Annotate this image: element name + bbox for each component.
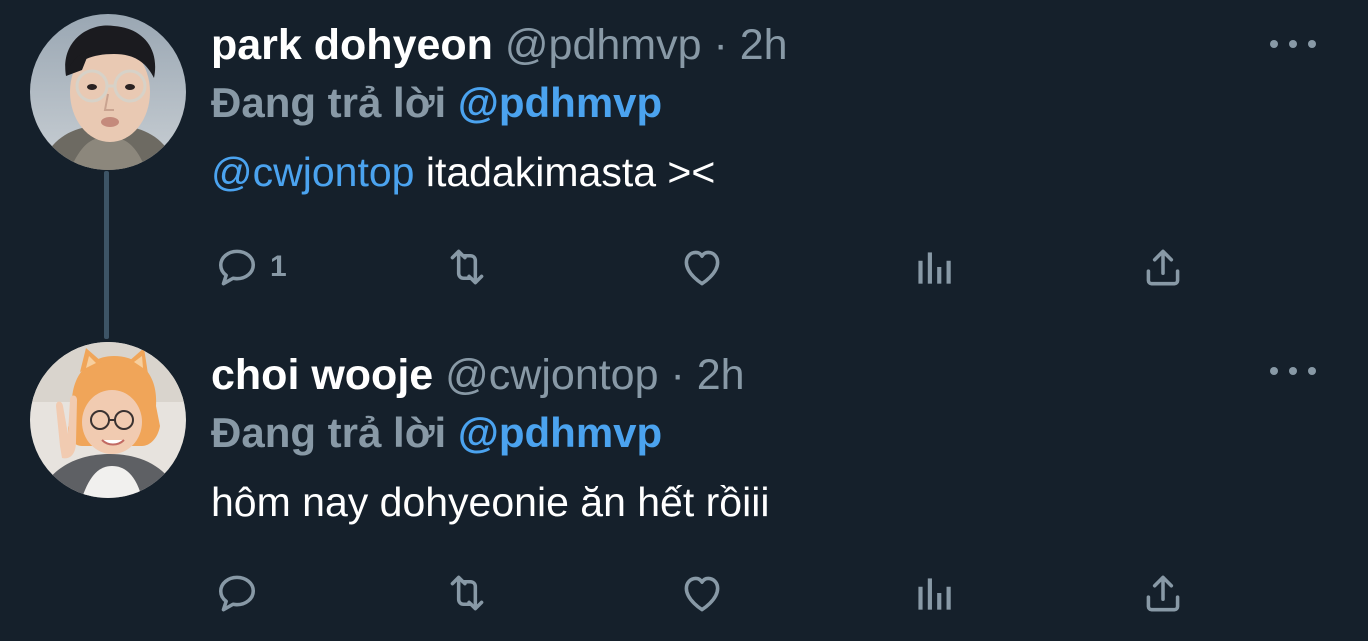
analytics-icon xyxy=(918,578,951,610)
display-name[interactable]: choi wooje xyxy=(211,351,433,399)
reply-icon xyxy=(218,249,256,286)
like-button[interactable] xyxy=(677,565,727,621)
replying-to-mention[interactable]: @pdhmvp xyxy=(458,79,662,126)
thread-connector-line xyxy=(104,171,109,339)
retweet-button[interactable] xyxy=(442,565,492,621)
tweet-content: park dohyeon @pdhmvp · 2h Đang trả lời @… xyxy=(211,16,1308,200)
dot xyxy=(1270,367,1278,375)
reply-button[interactable]: 1 xyxy=(212,239,287,295)
retweet-icon xyxy=(450,249,484,285)
share-button[interactable] xyxy=(1138,239,1188,295)
separator-dot: · xyxy=(713,21,728,69)
separator-dot: · xyxy=(670,351,685,399)
reply-icon xyxy=(218,575,256,612)
user-handle[interactable]: @pdhmvp xyxy=(505,21,702,69)
share-icon xyxy=(1146,575,1180,612)
heart-icon xyxy=(684,250,720,286)
tweet-actions xyxy=(212,565,1212,621)
dot xyxy=(1289,367,1297,375)
reply-button[interactable] xyxy=(212,565,270,621)
tweet-actions: 1 xyxy=(212,239,1212,295)
replying-to-label: Đang trả lời xyxy=(211,79,447,126)
user-handle[interactable]: @cwjontop xyxy=(445,351,658,399)
display-name[interactable]: park dohyeon xyxy=(211,21,493,69)
retweet-icon xyxy=(450,575,484,611)
reply-count: 1 xyxy=(270,250,287,283)
tweet-thread: park dohyeon @pdhmvp · 2h Đang trả lời @… xyxy=(0,0,1368,641)
tweet-text: @cwjontop itadakimasta >< xyxy=(211,144,1308,200)
analytics-button[interactable] xyxy=(908,239,958,295)
analytics-icon xyxy=(918,252,951,284)
replying-to: Đang trả lời @pdhmvp xyxy=(211,404,1308,462)
more-dots-icon[interactable] xyxy=(1270,361,1316,381)
timestamp[interactable]: 2h xyxy=(697,351,745,399)
avatar-cat-hat-person-icon xyxy=(30,342,186,498)
tweet-header: park dohyeon @pdhmvp · 2h xyxy=(211,16,1308,74)
avatar-glasses-man-icon xyxy=(30,14,186,170)
share-icon xyxy=(1146,249,1180,286)
share-button[interactable] xyxy=(1138,565,1188,621)
tweet-text: hôm nay dohyeonie ăn hết rồiii xyxy=(211,479,770,525)
replying-to: Đang trả lời @pdhmvp xyxy=(211,74,1308,132)
more-dots-icon[interactable] xyxy=(1270,34,1316,54)
dot xyxy=(1289,40,1297,48)
text-mention[interactable]: @cwjontop xyxy=(211,149,414,195)
dot xyxy=(1270,40,1278,48)
replying-to-label: Đang trả lời xyxy=(211,409,447,456)
avatar[interactable] xyxy=(30,342,186,498)
replying-to-mention[interactable]: @pdhmvp xyxy=(458,409,662,456)
tweet-content: choi wooje @cwjontop · 2h Đang trả lời @… xyxy=(211,346,1308,530)
analytics-button[interactable] xyxy=(908,565,958,621)
heart-icon xyxy=(684,576,720,612)
tweet-text-body: itadakimasta >< xyxy=(414,149,716,195)
tweet-header: choi wooje @cwjontop · 2h xyxy=(211,346,1308,404)
timestamp[interactable]: 2h xyxy=(740,21,788,69)
tweet-choi-wooje[interactable]: choi wooje @cwjontop · 2h Đang trả lời @… xyxy=(0,330,1368,641)
like-button[interactable] xyxy=(677,239,727,295)
dot xyxy=(1308,367,1316,375)
tweet-park-dohyeon[interactable]: park dohyeon @pdhmvp · 2h Đang trả lời @… xyxy=(0,0,1368,339)
dot xyxy=(1308,40,1316,48)
retweet-button[interactable] xyxy=(442,239,492,295)
avatar[interactable] xyxy=(30,14,186,170)
